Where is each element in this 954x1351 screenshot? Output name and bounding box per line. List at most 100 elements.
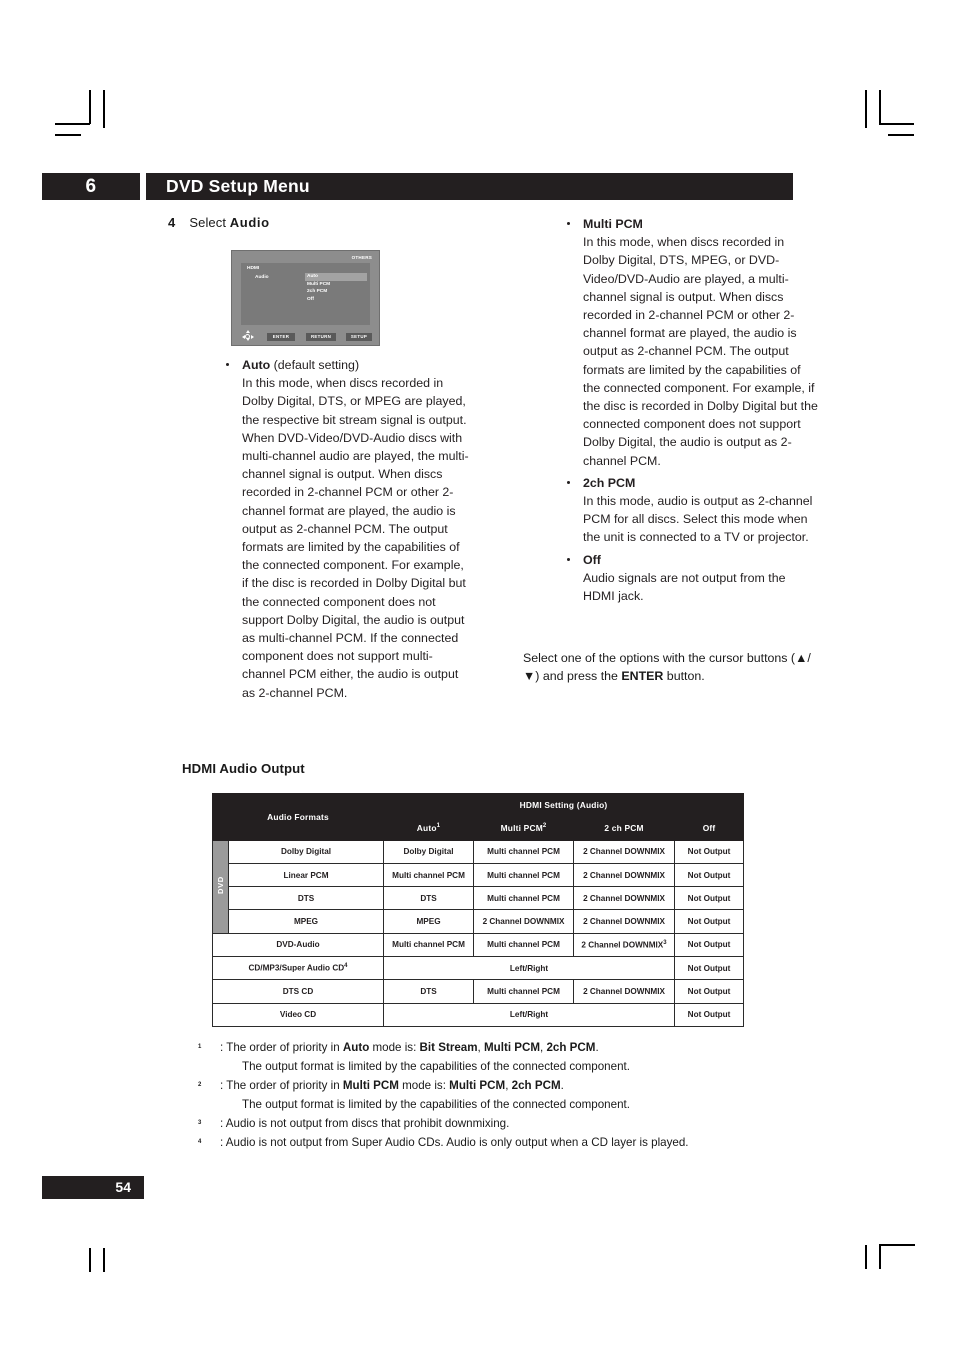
footnote-4-mark: 4 — [198, 1139, 202, 1145]
option-title: Off — [583, 552, 601, 567]
table-cell-format: CD/MP3/Super Audio CD4 — [211, 956, 385, 981]
table-cell-multi-pcm: Multi channel PCM — [473, 979, 575, 1004]
osd-option-list: Auto Multi PCM 2ch PCM Off — [305, 273, 367, 303]
osd-option-off[interactable]: Off — [305, 296, 367, 304]
step-value-text: Audio — [229, 215, 270, 230]
table-cell-format: DTS CD — [211, 979, 385, 1004]
option-body: In this mode, audio is output as 2-chann… — [583, 494, 813, 545]
table-header-col-auto: Auto1 — [383, 816, 475, 841]
crop-mark-bottom-right — [855, 1240, 925, 1300]
table-cell-off: Not Output — [674, 839, 745, 864]
table-cell-2ch-pcm: 2 Channel DOWNMIX3 — [573, 932, 676, 958]
table-cell-auto: DTS — [383, 979, 475, 1004]
table-cell-2ch-pcm: 2 Channel DOWNMIX — [573, 909, 676, 934]
table-cell-off: Not Output — [674, 956, 745, 981]
hdmi-audio-output-table-wrap: Audio Formats HDMI Setting (Audio) Auto1… — [211, 792, 745, 1027]
option-title: Auto — [242, 358, 271, 372]
footnote-4: 4 : Audio is not output from Super Audio … — [198, 1133, 818, 1152]
chapter-number: 6 — [42, 173, 140, 200]
table-cell-format: MPEG — [227, 909, 385, 934]
table-row: DTS CD DTS Multi channel PCM 2 Channel D… — [211, 979, 745, 1004]
dpad-icon — [242, 330, 254, 342]
bullet-dot-icon — [567, 557, 571, 562]
table-cell-multi-pcm: Multi channel PCM — [473, 932, 575, 958]
section-title: HDMI Audio Output — [182, 761, 305, 776]
step-lead-text: Select — [189, 215, 230, 230]
osd-option-2ch-pcm[interactable]: 2ch PCM — [305, 288, 367, 296]
list-item: Auto (default setting) In this mode, whe… — [222, 356, 472, 702]
table-row: Linear PCM Multi channel PCM Multi chann… — [213, 862, 745, 888]
table-cell-off: Not Output — [674, 1002, 745, 1027]
osd-footer: ENTER RETURN SETUP — [232, 330, 379, 342]
table-cell-2ch-pcm: 2 Channel DOWNMIX — [573, 839, 676, 864]
option-title: Multi PCM — [583, 217, 643, 231]
table-cell-auto: Multi channel PCM — [383, 932, 475, 958]
footnote-3-a: : Audio is not output from discs that pr… — [220, 1117, 510, 1130]
option-body: In this mode, when discs recorded in Dol… — [242, 376, 469, 700]
table-cell-multi-pcm: Multi channel PCM — [473, 862, 575, 888]
table-cell-multi-pcm: Multi channel PCM — [473, 886, 575, 911]
closing-text-part1: Select one of the options with the curso… — [523, 651, 796, 665]
closing-text-part2: ) and press the — [535, 669, 622, 684]
table-cell-auto: MPEG — [383, 909, 475, 934]
footnote-3-mark: 3 — [198, 1120, 202, 1126]
step-heading: 4 Select Audio — [168, 215, 270, 230]
table-row: MPEG MPEG 2 Channel DOWNMIX 2 Channel DO… — [213, 909, 745, 934]
osd-others-label: OTHERS — [351, 254, 372, 260]
footnote-1-a: : The order of priority in — [220, 1041, 343, 1054]
osd-panel: HDMI Audio Auto Multi PCM 2ch PCM Off — [241, 263, 370, 325]
osd-screenshot: OTHERS HDMI Audio Auto Multi PCM 2ch PCM… — [231, 250, 380, 346]
crop-mark-top-right — [855, 90, 915, 150]
page-header-band: 6 DVD Setup Menu — [42, 173, 793, 200]
step-number: 4 — [168, 215, 176, 230]
enter-button-label: ENTER — [621, 669, 664, 684]
table-row: DVD Dolby Digital Dolby Digital Multi ch… — [212, 839, 745, 934]
table-row: DVD-Audio Multi channel PCM Multi channe… — [211, 932, 745, 958]
table-cell-spanned: Left/Right — [383, 956, 676, 981]
footnote-2-mark: 2 — [198, 1082, 202, 1088]
footnote-1: 1 : The order of priority in Auto mode is… — [198, 1038, 818, 1076]
option-body: In this mode, when discs recorded in Dol… — [583, 235, 818, 468]
table-cell-2ch-pcm: 2 Channel DOWNMIX — [573, 979, 676, 1004]
footnote-1-c: mode is: — [369, 1041, 420, 1054]
footnote-1-mark: 1 — [198, 1044, 202, 1050]
page-number: 54 — [42, 1176, 144, 1199]
bullet-dot-icon — [226, 363, 230, 367]
footnote-1-b2: Bit Stream — [419, 1041, 478, 1054]
table-cell-auto: DTS — [383, 886, 475, 911]
osd-option-multi-pcm[interactable]: Multi PCM — [305, 281, 367, 289]
footnote-2-b3: 2ch PCM — [511, 1079, 561, 1092]
osd-return-button[interactable]: RETURN — [306, 333, 336, 341]
osd-audio-label: Audio — [255, 275, 269, 280]
table-cell-off: Not Output — [674, 932, 745, 958]
table-cell-spanned: Left/Right — [383, 1002, 676, 1027]
table-cell-format: DTS — [227, 886, 385, 911]
table-header-col-off: Off — [674, 816, 745, 841]
footnote-4-a: : Audio is not output from Super Audio C… — [220, 1136, 689, 1149]
table-cell-off: Not Output — [674, 862, 745, 888]
osd-option-auto[interactable]: Auto — [305, 273, 367, 281]
table-header-hdmi-setting: HDMI Setting (Audio) — [383, 792, 745, 818]
footnote-2-b1: Multi PCM — [342, 1079, 399, 1092]
table-group-label-dvd: DVD — [212, 839, 229, 934]
osd-enter-button[interactable]: ENTER — [267, 333, 295, 341]
list-item: 2ch PCM In this mode, audio is output as… — [563, 474, 818, 547]
footnote-2-c: mode is: — [398, 1079, 450, 1092]
footnote-3: 3 : Audio is not output from discs that p… — [198, 1114, 818, 1133]
footnote-2-line2: The output format is limited by the capa… — [242, 1098, 630, 1111]
option-body: Audio signals are not output from the HD… — [583, 570, 786, 604]
table-cell-off: Not Output — [674, 979, 745, 1004]
table-cell-auto: Dolby Digital — [383, 839, 475, 864]
footnote-2: 2: The order of priority in Multi PCM mo… — [198, 1076, 818, 1114]
bullet-dot-icon — [567, 480, 571, 485]
bullet-dot-icon — [567, 222, 571, 226]
table-cell-2ch-pcm: 2 Channel DOWNMIX — [573, 886, 676, 911]
footnote-1-b1: Auto — [342, 1041, 370, 1054]
osd-setup-button[interactable]: SETUP — [346, 333, 372, 341]
table-cell-multi-pcm: Multi channel PCM — [473, 839, 575, 864]
footnote-1-f: . — [595, 1041, 599, 1054]
table-row: DTS DTS Multi channel PCM 2 Channel DOWN… — [213, 886, 745, 911]
table-row: CD/MP3/Super Audio CD4 Left/Right Not Ou… — [211, 956, 745, 981]
option-title: 2ch PCM — [583, 475, 636, 490]
table-cell-off: Not Output — [674, 909, 745, 934]
